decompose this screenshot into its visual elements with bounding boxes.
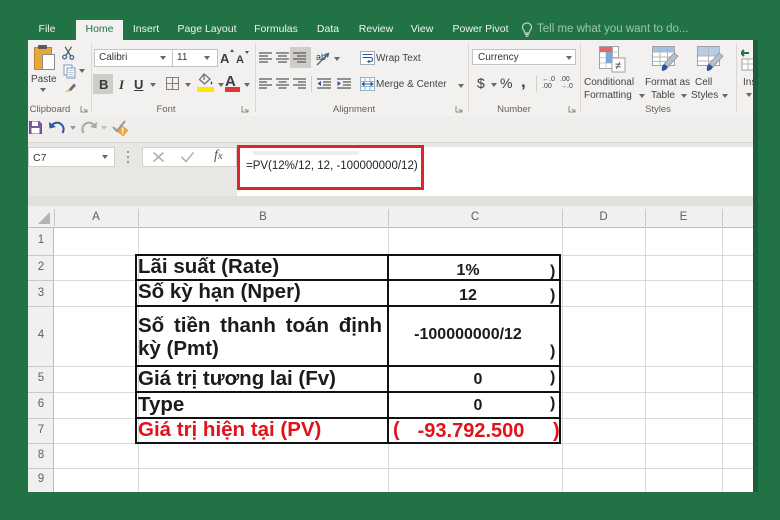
svg-text:ab: ab [316, 52, 326, 62]
svg-text:!: ! [121, 126, 124, 136]
svg-text:≠: ≠ [615, 60, 621, 72]
